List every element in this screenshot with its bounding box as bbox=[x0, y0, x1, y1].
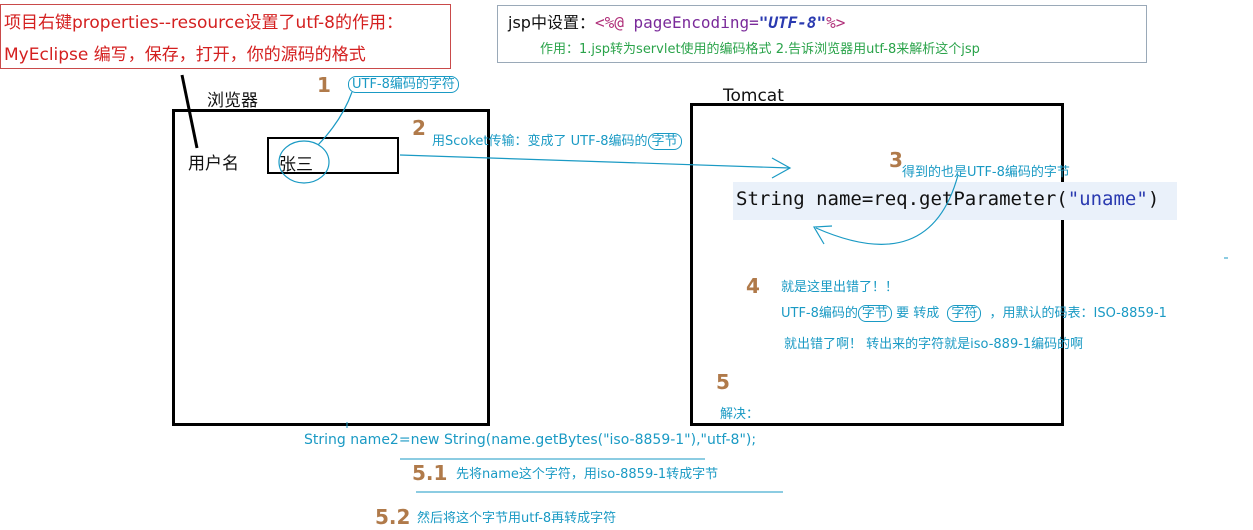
step2-text-pre: 用Scoket传输：变成了 UTF-8编码的 bbox=[432, 134, 648, 149]
step4-line2-a: UTF-8编码的 bbox=[781, 306, 858, 321]
username-label: 用户名 bbox=[188, 154, 239, 174]
jsp-prefix: jsp中设置： bbox=[508, 13, 595, 32]
step51-number: 5.1 bbox=[412, 461, 448, 485]
step4-pill-chars: 字符 bbox=[947, 305, 982, 322]
step52-number: 5.2 bbox=[375, 505, 411, 529]
tomcat-box bbox=[690, 103, 1064, 426]
step1-pill: UTF-8编码的字符 bbox=[348, 76, 459, 93]
step5-number: 5 bbox=[716, 370, 730, 394]
project-encoding-note-line2: MyEclipse 编写，保存，打开，你的源码的格式 bbox=[4, 45, 366, 65]
jsp-usage-text: 作用：1.jsp转为servlet使用的编码格式 2.告诉浏览器用utf-8来解… bbox=[540, 42, 980, 57]
step52-text: 然后将这个字节用utf-8再转成字符 bbox=[417, 511, 617, 526]
fix-code-text: String name2=new String(name.getBytes("i… bbox=[304, 432, 757, 448]
step5-text: 解决： bbox=[720, 407, 760, 422]
step4-line3: 就出错了啊！ 转出来的字符就是iso-889-1编码的啊 bbox=[784, 337, 1084, 352]
step2-text: 用Scoket传输：变成了 UTF-8编码的 字节 bbox=[432, 130, 682, 150]
step1-text: UTF-8编码的字符 bbox=[348, 73, 459, 93]
jsp-open-tag: <%@ bbox=[594, 13, 624, 32]
step2-number: 2 bbox=[412, 116, 426, 140]
browser-title: 浏览器 bbox=[207, 91, 258, 111]
code-prefix: String name=req.getParameter( bbox=[736, 188, 1068, 210]
step4-line2-c: ，用默认的码表：ISO-8859-1 bbox=[989, 306, 1167, 321]
step3-text: 得到的也是UTF-8编码的字节 bbox=[902, 165, 1070, 180]
step4-line2-b: 要 转成 bbox=[896, 306, 940, 321]
step4-line1: 就是这里出错了！！ bbox=[781, 280, 899, 295]
code-arg: "uname" bbox=[1067, 188, 1148, 210]
step4-number: 4 bbox=[746, 274, 760, 298]
jsp-attr: pageEncoding= bbox=[623, 13, 759, 32]
jsp-value: "UTF-8" bbox=[758, 13, 827, 32]
step3-number: 3 bbox=[889, 148, 903, 172]
step4-pill-bytes: 字节 bbox=[857, 305, 892, 322]
code-suffix: ) bbox=[1147, 188, 1160, 210]
step2-pill: 字节 bbox=[647, 133, 682, 150]
get-parameter-code: String name=req.getParameter("uname") bbox=[736, 188, 1159, 210]
step4-line2: UTF-8编码的 字节 要 转成 字符 ，用默认的码表：ISO-8859-1 bbox=[781, 302, 1167, 322]
step1-number: 1 bbox=[317, 73, 331, 97]
project-encoding-note-line1: 项目右键properties--resource设置了utf-8的作用： bbox=[4, 13, 403, 33]
step51-text: 先将name这个字符，用iso-8859-1转成字节 bbox=[456, 467, 719, 482]
jsp-close-tag: %> bbox=[826, 13, 846, 32]
jsp-encoding-line: jsp中设置：<%@ pageEncoding="UTF-8"%> bbox=[508, 9, 845, 33]
username-value: 张三 bbox=[279, 155, 313, 175]
